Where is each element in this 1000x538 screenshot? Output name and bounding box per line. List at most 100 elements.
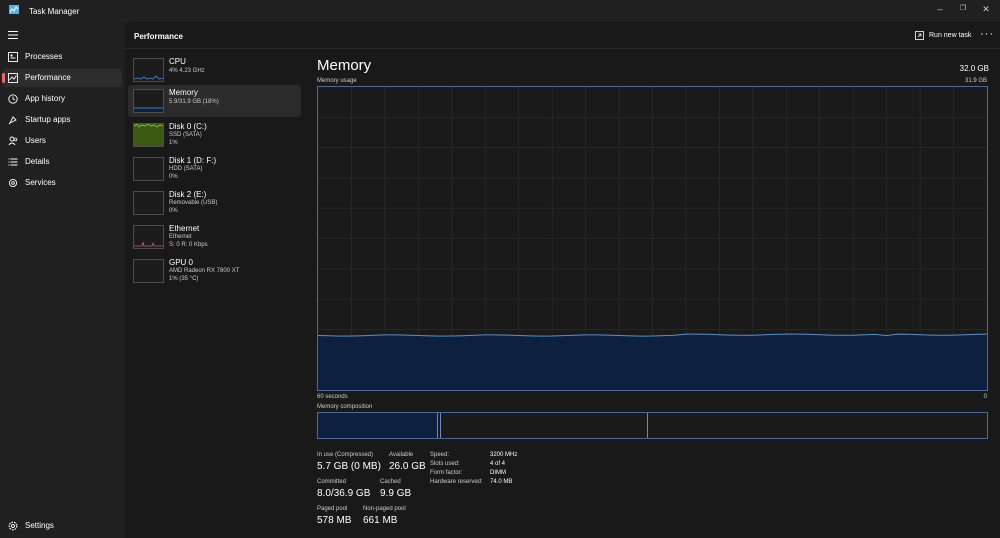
sidebar-item-label: Settings	[25, 521, 54, 530]
ethernet-thumbnail	[133, 225, 164, 249]
sidebar-item-users[interactable]: Users	[2, 132, 122, 150]
sidebar-item-label: Users	[25, 136, 46, 145]
sidebar-item-services[interactable]: Services	[2, 174, 122, 192]
available-value: 26.0 GB	[389, 461, 426, 472]
device-item-ethernet[interactable]: Ethernet Ethernet S: 0 R: 0 Kbps	[128, 221, 301, 253]
window-title: Task Manager	[29, 7, 80, 16]
device-item-disk-0[interactable]: Disk 0 (C:) SSD (SATA) 1%	[128, 119, 301, 151]
composition-free-segment	[648, 413, 987, 438]
committed-label: Committed	[317, 479, 347, 485]
device-title: Memory	[169, 88, 198, 97]
sidebar-item-label: Details	[25, 157, 50, 166]
form-factor-label: Form factor:	[430, 470, 463, 476]
memory-title: Memory	[317, 57, 372, 74]
device-detail: 5.9/31.9 GB (18%)	[169, 99, 219, 105]
device-detail: Removable (USB)	[169, 200, 218, 206]
composition-in-use-segment	[318, 413, 438, 438]
slots-used-value: 4 of 4	[490, 461, 506, 467]
task-manager-app-icon	[9, 5, 19, 14]
device-title: Disk 0 (C:)	[169, 122, 207, 131]
time-now-label: 0	[983, 394, 987, 400]
device-detail: 1%	[169, 140, 178, 146]
sidebar-item-startup-apps[interactable]: Startup apps	[2, 111, 122, 129]
cached-label: Cached	[380, 479, 401, 485]
device-title: GPU 0	[169, 258, 194, 267]
sidebar-item-performance[interactable]: Performance	[2, 69, 122, 87]
sidebar-item-label: Performance	[25, 73, 71, 82]
device-title: Disk 2 (E:)	[169, 190, 207, 199]
hamburger-menu-icon[interactable]	[8, 31, 18, 39]
device-item-memory[interactable]: Memory 5.9/31.9 GB (18%)	[128, 85, 301, 117]
processes-icon	[8, 52, 18, 62]
close-button[interactable]: ✕	[979, 3, 993, 15]
startup-icon	[8, 116, 17, 125]
device-detail: 0%	[169, 174, 178, 180]
sidebar-item-processes[interactable]: Processes	[2, 48, 122, 66]
sidebar-item-label: Startup apps	[25, 115, 71, 124]
device-detail: S: 0 R: 0 Kbps	[169, 242, 208, 248]
disk-2-thumbnail	[133, 191, 164, 215]
device-detail: 1% (35 °C)	[169, 276, 199, 282]
sidebar-item-settings[interactable]: Settings	[2, 517, 122, 535]
device-title: CPU	[169, 57, 186, 66]
hardware-reserved-label: Hardware reserved:	[430, 479, 483, 485]
memory-composition-bar	[317, 412, 988, 439]
device-item-disk-1[interactable]: Disk 1 (D: F:) HDD (SATA) 0%	[128, 153, 301, 185]
details-icon	[8, 158, 18, 166]
memory-thumbnail	[133, 89, 164, 113]
available-label: Available	[389, 452, 414, 458]
gear-icon	[8, 521, 18, 531]
run-task-icon	[915, 31, 924, 40]
time-span-label: 60 seconds	[317, 394, 348, 400]
restore-button[interactable]: ❐	[956, 3, 970, 15]
device-item-disk-2[interactable]: Disk 2 (E:) Removable (USB) 0%	[128, 187, 301, 219]
memory-usage-graph	[317, 86, 988, 391]
device-detail: Ethernet	[169, 234, 192, 240]
disk-0-thumbnail	[133, 123, 164, 147]
title-bar: Task Manager – ❐ ✕	[0, 0, 1000, 22]
device-title: Disk 1 (D: F:)	[169, 156, 217, 165]
memory-usage-label: Memory usage	[317, 78, 357, 84]
memory-max-label: 31.9 GB	[964, 78, 987, 84]
paged-pool-value: 578 MB	[317, 515, 352, 526]
page-title: Performance	[134, 32, 183, 41]
device-detail: AMD Radeon RX 7800 XT	[169, 268, 240, 274]
services-icon	[8, 178, 18, 188]
content-area: Performance Run new task ··· CPU 4% 4.23…	[125, 22, 1000, 538]
device-item-gpu-0[interactable]: GPU 0 AMD Radeon RX 7800 XT 1% (35 °C)	[128, 255, 301, 287]
device-detail: SSD (SATA)	[169, 132, 202, 138]
cached-value: 9.9 GB	[380, 488, 412, 499]
speed-label: Speed:	[430, 452, 450, 458]
speed-value: 3200 MHz	[490, 452, 518, 458]
device-detail: 0%	[169, 208, 178, 214]
device-title: Ethernet	[169, 224, 200, 233]
in-use-label: In use (Compressed)	[317, 452, 374, 458]
cpu-thumbnail	[133, 58, 164, 82]
sidebar: Processes Performance App history Startu…	[0, 22, 125, 538]
memory-composition-label: Memory composition	[317, 404, 373, 410]
minimize-button[interactable]: –	[933, 3, 947, 15]
run-new-task-label: Run new task	[929, 32, 972, 39]
non-paged-pool-value: 661 MB	[363, 515, 398, 526]
users-icon	[8, 136, 18, 146]
in-use-value: 5.7 GB (0 MB)	[317, 461, 381, 472]
memory-total: 32.0 GB	[959, 64, 989, 73]
active-indicator	[2, 73, 5, 83]
sidebar-item-details[interactable]: Details	[2, 153, 122, 171]
device-detail: HDD (SATA)	[169, 166, 203, 172]
sidebar-item-label: Processes	[25, 52, 63, 61]
more-options-button[interactable]: ···	[980, 28, 994, 40]
sidebar-item-label: App history	[25, 94, 66, 103]
gpu-0-thumbnail	[133, 259, 164, 283]
composition-standby-segment	[441, 413, 649, 438]
memory-detail-panel: Memory 32.0 GB Memory usage 31.9 GB 60 s…	[317, 54, 997, 534]
device-detail: 4% 4.23 GHz	[169, 68, 205, 74]
sidebar-item-label: Services	[25, 178, 56, 187]
hardware-reserved-value: 74.0 MB	[490, 479, 513, 485]
sidebar-item-app-history[interactable]: App history	[2, 90, 122, 108]
history-icon	[8, 94, 18, 104]
slots-used-label: Slots used:	[430, 461, 460, 467]
disk-1-thumbnail	[133, 157, 164, 181]
page-header: Performance Run new task ···	[125, 22, 1000, 49]
device-item-cpu[interactable]: CPU 4% 4.23 GHz	[128, 54, 301, 86]
